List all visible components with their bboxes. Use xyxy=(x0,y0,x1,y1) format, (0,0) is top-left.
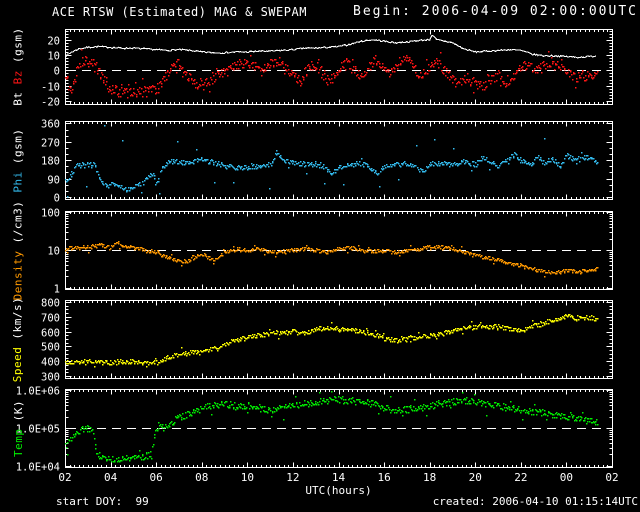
y-axis-label-part: (/cm3) xyxy=(11,200,25,250)
y-axis-label-part: Bz xyxy=(11,70,25,85)
x-tick-label: 06 xyxy=(150,471,163,484)
y-tick-label: 360 xyxy=(41,119,60,131)
panel-speed: 800 700 600 500 400 300 xyxy=(41,298,613,384)
y-tick-label: 180 xyxy=(41,156,60,168)
x-tick-label: 08 xyxy=(195,471,208,484)
y-axis-label-speed: Speed (km/s) xyxy=(0,296,36,381)
y-axis-label-part: (K) xyxy=(11,399,25,428)
y-tick-label: -10 xyxy=(41,82,60,94)
x-tick-label: 14 xyxy=(332,471,346,484)
y-axis-label-part: (gsm) xyxy=(11,27,25,71)
panel-phi: 360 270 180 90 0 xyxy=(41,119,613,205)
x-tick-label: 02 xyxy=(605,471,618,484)
created-timestamp: created: 2006-04-10 01:15:14UTC xyxy=(432,495,638,508)
series-density xyxy=(65,241,599,278)
y-axis-label-part: (km/s) xyxy=(11,296,25,347)
x-tick-label: 20 xyxy=(469,471,482,484)
y-axis-label-part: Phi xyxy=(11,170,25,193)
y-tick-label: 400 xyxy=(41,357,60,369)
panel-bt-bz: 20 10 0 -10 -20 xyxy=(41,29,613,109)
x-tick-label: 02 xyxy=(58,471,71,484)
x-tick-label: 10 xyxy=(241,471,254,484)
y-tick-label: 0 xyxy=(54,193,60,205)
y-tick-label: 90 xyxy=(47,175,60,187)
y-tick-label: 10 xyxy=(47,51,60,63)
series-speed xyxy=(65,314,599,368)
x-tick-label: 12 xyxy=(286,471,299,484)
x-tick-label: 22 xyxy=(514,471,527,484)
y-tick-label: 300 xyxy=(41,372,60,384)
y-tick-label: 500 xyxy=(41,342,60,354)
series-bt xyxy=(64,34,597,59)
y-tick-label: 0 xyxy=(54,66,60,78)
y-axis-label-part: Speed xyxy=(11,346,25,382)
series-phi xyxy=(65,125,599,198)
y-tick-label: 800 xyxy=(41,298,60,310)
y-axis-label-phi: Phi (gsm) xyxy=(0,121,36,199)
y-axis-label-part: (gsm) xyxy=(11,127,25,171)
x-tick-label: 04 xyxy=(104,471,118,484)
y-tick-label: 100 xyxy=(41,208,60,220)
y-axis-label-temp: Temp (K) xyxy=(0,389,36,467)
series-bz xyxy=(65,49,599,99)
y-tick-label: 1 xyxy=(54,284,60,296)
panel-density: 100 10 1 xyxy=(41,208,613,296)
y-tick-label: -20 xyxy=(41,97,60,109)
start-doy-label: start DOY: 99 xyxy=(56,495,149,508)
x-tick-label: 18 xyxy=(423,471,436,484)
y-axis-label-density: Density (/cm3) xyxy=(0,200,36,300)
plot-canvas: 20100-10-2036027018090010010180070060050… xyxy=(16,29,619,484)
ace-rtsw-plot-screen: ACE RTSW (Estimated) MAG & SWEPAM Begin:… xyxy=(0,0,640,512)
y-tick-label: 600 xyxy=(41,328,60,340)
y-tick-label: 270 xyxy=(41,138,60,150)
y-tick-label: 20 xyxy=(47,36,60,48)
y-axis-label-part: Temp xyxy=(11,428,25,457)
series-temp xyxy=(65,391,599,463)
y-tick-label: 700 xyxy=(41,313,60,325)
y-axis-label-part: Density xyxy=(11,250,25,300)
y-tick-label: 10 xyxy=(47,246,60,258)
y-axis-label-bt-bz: Bt Bz (gsm) xyxy=(0,27,36,106)
y-axis-label-part: Bt xyxy=(11,84,25,106)
x-tick-label: 00 xyxy=(560,471,573,484)
x-tick-label: 16 xyxy=(377,471,390,484)
panel-temp: 1.0E+061.0E+051.0E+04 xyxy=(16,386,613,474)
